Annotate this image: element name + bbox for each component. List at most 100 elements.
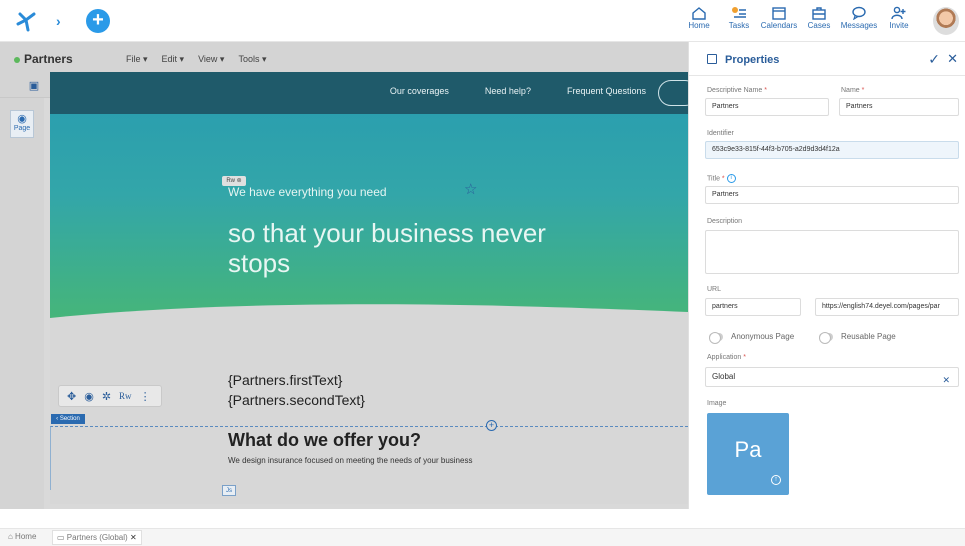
nav-messages[interactable]: Messages [839,6,879,30]
rw-icon[interactable]: Rw [119,391,132,401]
properties-title: Properties [725,54,780,66]
descriptive-name-field[interactable]: Partners [705,98,829,116]
message-icon [852,6,866,20]
application-field[interactable]: Global ✕ [705,367,959,387]
more-options-icon[interactable]: ⋮ [140,390,151,403]
nav-tasks-label: Tasks [728,21,750,30]
full-url-field[interactable]: https://english74.deyel.com/pages/par [815,298,959,316]
identifier-label: Identifier [707,130,734,137]
menu-tools[interactable]: Tools ▾ [238,54,266,65]
tab-partners-label: ▭ Partners (Global) [57,533,128,542]
description-field[interactable] [705,230,959,274]
site-nav-bar: Our coverages Need help? Frequent Questi… [50,72,688,114]
nav-home-label: Home [688,21,710,30]
nav-messages-label: Messages [840,21,878,30]
user-avatar[interactable] [933,7,959,35]
info-icon[interactable]: i [726,174,736,183]
second-text-field: {Partners.secondText} [228,392,365,408]
star-icon[interactable]: ☆ [464,180,477,198]
hero-subtitle: We have everything you need [228,185,387,199]
page-name: Partners [14,52,73,66]
site-nav-link[interactable]: Our coverages [390,86,449,96]
site-nav-link[interactable]: Frequent Questions [567,86,646,96]
image-initials: Pa [734,437,762,462]
tab-home[interactable]: ⌂ Home [8,532,36,541]
anonymous-page-label: Anonymous Page [731,332,795,341]
description-label: Description [707,218,743,225]
create-button[interactable]: + [86,9,110,33]
reusable-page-toggle[interactable] [819,332,833,344]
close-tab-icon[interactable]: ✕ [130,533,137,542]
title-field[interactable]: Partners [705,186,959,204]
element-float-toolbar: ✥ ◉ ✲ Rw ⋮ [58,385,162,407]
confirm-icon[interactable]: ✓ [928,51,940,68]
hero-section[interactable] [50,114,688,318]
palette-icon[interactable]: ◉ [84,390,94,403]
editor-header: Partners File ▾ Edit ▾ View ▾ Tools ▾ [0,42,688,76]
top-navigation: Home Tasks Calendars Cases Messages Invi… [679,6,919,30]
editor-menus: File ▾ Edit ▾ View ▾ Tools ▾ [126,54,266,65]
site-nav-pill-button[interactable] [658,80,688,106]
nav-calendars[interactable]: Calendars [759,6,799,30]
menu-edit[interactable]: Edit ▾ [162,54,185,65]
template-text-block[interactable]: {Partners.firstText} {Partners.secondTex… [228,370,365,410]
url-label: URL [707,286,722,293]
hero-title: so that your business never stops [228,218,546,278]
page-image-tile[interactable]: Pa ↑ [707,413,789,495]
close-icon[interactable]: ✕ [947,51,958,67]
reusable-page-label: Reusable Page [841,332,896,341]
application-value: Global [712,372,736,381]
tab-partners[interactable]: ▭ Partners (Global) ✕ [52,530,142,545]
nav-invite[interactable]: Invite [879,6,919,30]
invite-icon [891,6,906,20]
page-canvas[interactable]: Our coverages Need help? Frequent Questi… [50,72,688,504]
url-field[interactable]: partners [705,298,801,316]
move-icon[interactable]: ✥ [67,390,76,403]
nav-calendars-label: Calendars [760,21,798,30]
status-dot-icon [14,56,20,63]
bottom-tab-bar: ⌂ Home ▭ Partners (Global) ✕ [0,528,965,546]
identifier-field[interactable]: 653c9e33-815f-44f3-b705-a2d9d3d4f12a [705,141,959,159]
menu-view[interactable]: View ▾ [198,54,224,65]
footer-gap [0,509,965,528]
app-logo-icon[interactable] [14,10,38,32]
js-tag[interactable]: Js [222,485,236,496]
offer-title: What do we offer you? [228,430,421,450]
hero-wave-shape [50,304,688,340]
nav-invite-label: Invite [889,21,909,30]
image-label: Image [707,400,727,407]
nav-home[interactable]: Home [679,6,719,30]
nav-cases-label: Cases [807,21,831,30]
properties-square-icon [707,54,717,64]
anonymous-page-toggle[interactable] [709,332,723,344]
top-bar: › + Home Tasks Calendars Cases Messages … [0,0,965,42]
menu-file[interactable]: File ▾ [126,54,148,65]
clear-application-icon[interactable]: ✕ [942,371,950,386]
nav-cases[interactable]: Cases [799,6,839,30]
section-tag[interactable]: ‹ Section [51,414,85,424]
site-nav-link[interactable]: Need help? [485,86,531,96]
save-icon[interactable]: ▣ [26,79,42,93]
settings-icon[interactable]: ✲ [102,390,111,403]
name-label: Name * [841,87,865,94]
nav-tasks[interactable]: Tasks [719,6,759,30]
add-element-icon[interactable]: + [486,420,497,431]
tasks-icon [732,7,746,18]
page-name-text: Partners [24,52,73,66]
site-nav-links: Our coverages Need help? Frequent Questi… [390,86,646,96]
cases-icon [812,7,826,20]
name-field[interactable]: Partners [839,98,959,116]
expand-chevron-icon[interactable]: › [56,13,61,29]
offer-subtitle: We design insurance focused on meeting t… [228,456,473,465]
application-label: Application * [707,354,746,361]
descriptive-name-label: Descriptive Name * [707,87,767,94]
editor-left-strip: ◉ Page [0,98,44,509]
first-text-field: {Partners.firstText} [228,372,343,388]
page-tool-label: Page [13,125,31,132]
upload-icon[interactable]: ↑ [771,475,781,485]
palette-icon: ◉ [17,113,27,125]
page-tool-button[interactable]: ◉ Page [10,110,34,138]
title-label: Title * i [707,174,736,183]
properties-header: Properties ✓ ✕ [689,42,965,76]
home-icon [692,7,706,20]
